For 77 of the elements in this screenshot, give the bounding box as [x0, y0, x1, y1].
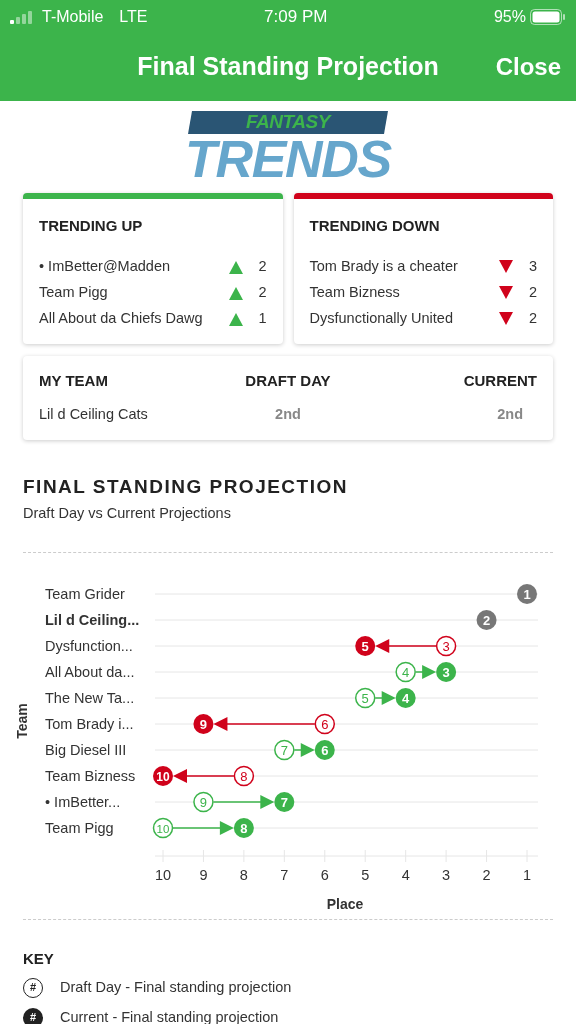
- draft-marker: 7: [274, 739, 295, 761]
- key-title: KEY: [23, 949, 55, 969]
- current-marker: 1: [517, 584, 537, 604]
- change-count: 2: [527, 308, 537, 328]
- triangle-up-icon: [228, 259, 243, 274]
- team-label: Team Pigg: [45, 820, 114, 836]
- tick-label: 6: [320, 867, 329, 883]
- tick-label: 7: [280, 867, 289, 883]
- change-arrow: [414, 665, 437, 679]
- section-subtitle: Draft Day vs Current Projections: [23, 504, 232, 524]
- tick-label: 8: [239, 867, 248, 883]
- axis-title: Place: [326, 896, 364, 911]
- change-count: 2: [527, 282, 537, 302]
- page-title: Final Standing Projection: [137, 51, 439, 83]
- team-label: The New Ta...: [45, 690, 135, 706]
- change-arrow: [375, 639, 437, 653]
- triangle-down-icon: [499, 259, 513, 274]
- team-label: Dysfunction...: [45, 638, 133, 654]
- tick-label: 1: [522, 867, 532, 883]
- change-arrow: [293, 743, 315, 757]
- team-name: Team Bizness: [309, 282, 401, 302]
- team-label: Lil d Ceiling...: [45, 612, 140, 628]
- triangle-down-icon: [499, 285, 513, 300]
- key-label: Current - Final standing projection: [60, 1007, 279, 1024]
- draft-marker: 4: [395, 661, 416, 683]
- tick-label: 2: [482, 867, 491, 883]
- draft-marker: 5: [354, 687, 376, 709]
- triangle-down-icon: [499, 311, 513, 326]
- team-name: All About da Chiefs Dawg: [39, 308, 204, 328]
- triangle-up-icon: [228, 285, 243, 300]
- tick-label: 10: [154, 867, 172, 883]
- tick-label: 4: [401, 867, 410, 883]
- close-button[interactable]: Close: [495, 49, 561, 85]
- team-name: Dysfunctionally United: [309, 308, 454, 328]
- triangle-up-icon: [228, 311, 243, 326]
- time: 7:09 PM: [263, 5, 329, 28]
- change-count: 3: [527, 256, 537, 276]
- team-label: Big Diesel III: [45, 742, 127, 758]
- battery-icon: [530, 8, 566, 25]
- draft-marker: 3: [435, 635, 457, 657]
- team-label: Team Bizness: [45, 768, 136, 784]
- draft-day-rank: 2nd: [274, 405, 302, 424]
- section-title: FINAL STANDING PROJECTION: [23, 474, 349, 499]
- battery-percent: 95%: [493, 6, 526, 27]
- card-title: TRENDING UP: [39, 216, 144, 236]
- team-name: • ImBetter@Madden: [39, 256, 172, 276]
- team-label: Team Grider: [45, 586, 125, 602]
- change-arrow: [374, 691, 396, 705]
- tick-label: 3: [442, 867, 451, 883]
- network: LTE: [119, 6, 148, 27]
- carrier: T-Mobile: [42, 6, 104, 27]
- column-header: MY TEAM: [39, 370, 109, 391]
- axis-title: Team: [14, 703, 30, 739]
- change-count: 1: [257, 308, 267, 328]
- tick-label: 9: [199, 867, 208, 883]
- team-name: Lil d Ceiling Cats: [39, 405, 149, 424]
- tick-label: 5: [361, 867, 370, 883]
- change-arrow: [173, 769, 235, 783]
- team-label: Tom Brady i...: [45, 716, 134, 732]
- team-label: All About da...: [45, 664, 135, 680]
- change-arrow: [172, 821, 234, 835]
- draft-marker: 6: [314, 713, 336, 735]
- card-title: TRENDING DOWN: [309, 216, 441, 236]
- team-name: Team Pigg: [39, 282, 109, 302]
- current-marker: 2: [476, 610, 497, 630]
- team-name: Tom Brady is a cheater: [309, 256, 459, 276]
- draft-marker: 9: [193, 791, 214, 813]
- key-label: Draft Day - Final standing projection: [60, 977, 292, 997]
- column-header: CURRENT: [462, 370, 537, 391]
- change-count: 2: [257, 282, 267, 302]
- draft-marker: 8: [233, 765, 255, 787]
- change-arrow: [212, 795, 275, 809]
- team-label: • ImBetter...: [45, 794, 121, 810]
- column-header: DRAFT DAY: [244, 370, 332, 391]
- draft-marker: 10: [152, 817, 174, 839]
- current-rank: 2nd: [496, 405, 524, 424]
- change-count: 2: [257, 256, 267, 276]
